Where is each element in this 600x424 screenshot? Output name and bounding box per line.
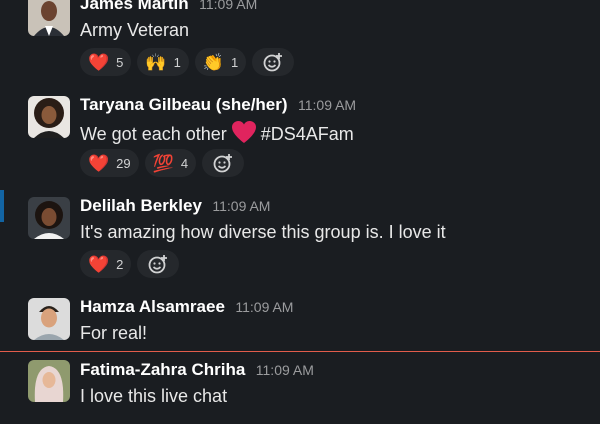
reaction-count: 29 bbox=[116, 155, 131, 171]
reaction-heart[interactable]: ❤️ 29 bbox=[80, 149, 139, 177]
timestamp[interactable]: 11:09 AM bbox=[212, 198, 270, 214]
reaction-count: 4 bbox=[180, 155, 189, 171]
avatar[interactable] bbox=[28, 96, 70, 138]
message-text: Army Veteran bbox=[80, 20, 190, 40]
reaction-heart[interactable]: ❤️ 2 bbox=[80, 250, 132, 278]
heart-icon: ❤️ bbox=[88, 52, 110, 72]
reaction-count: 1 bbox=[173, 54, 181, 70]
heart-icon: ❤️ bbox=[88, 254, 110, 274]
timestamp[interactable]: 11:09 AM bbox=[298, 97, 356, 113]
reaction-raised-hands[interactable]: 🙌 1 bbox=[137, 48, 189, 76]
add-reaction-button[interactable] bbox=[252, 48, 295, 76]
reaction-count: 1 bbox=[230, 54, 239, 70]
reaction-bar: ❤️ 5 🙌 1 👏 1 bbox=[80, 48, 295, 76]
message-text: For real! bbox=[80, 323, 148, 343]
reaction-clap[interactable]: 👏 1 bbox=[194, 48, 247, 76]
sender-name[interactable]: Taryana Gilbeau (she/her) bbox=[80, 95, 288, 114]
heart-icon: ❤️ bbox=[88, 153, 110, 173]
add-emoji-icon bbox=[149, 255, 168, 274]
heart-icon bbox=[231, 120, 257, 149]
avatar[interactable] bbox=[28, 0, 70, 36]
message-text: I love this live chat bbox=[80, 386, 228, 406]
reaction-count: 2 bbox=[116, 256, 124, 272]
hundred-points-icon: 💯 bbox=[152, 153, 174, 173]
reaction-heart[interactable]: ❤️ 5 bbox=[80, 48, 132, 76]
reaction-bar: ❤️ 2 bbox=[80, 250, 180, 278]
message-text-part: We got each other bbox=[80, 124, 227, 144]
reaction-hundred[interactable]: 💯 4 bbox=[144, 149, 197, 177]
avatar[interactable] bbox=[28, 298, 70, 340]
add-emoji-icon bbox=[213, 154, 233, 173]
add-reaction-button[interactable] bbox=[137, 250, 180, 278]
sender-name[interactable]: Hamza Alsamraee bbox=[80, 297, 225, 316]
avatar[interactable] bbox=[28, 197, 70, 239]
reaction-bar: ❤️ 29 💯 4 bbox=[80, 149, 245, 177]
timestamp[interactable]: 11:09 AM bbox=[199, 0, 257, 12]
reaction-count: 5 bbox=[116, 54, 124, 70]
timestamp[interactable]: 11:09 AM bbox=[256, 362, 314, 378]
sender-name[interactable]: Fatima-Zahra Chriha bbox=[80, 360, 245, 379]
hashtag: #DS4AFam bbox=[260, 124, 354, 144]
add-emoji-icon bbox=[263, 53, 283, 72]
new-messages-divider bbox=[0, 351, 600, 352]
raised-hands-icon: 🙌 bbox=[145, 52, 167, 72]
timestamp[interactable]: 11:09 AM bbox=[235, 299, 293, 315]
sender-name[interactable]: Delilah Berkley bbox=[80, 196, 202, 215]
message-text: We got each other #DS4AFam bbox=[80, 120, 354, 149]
add-reaction-button[interactable] bbox=[202, 149, 245, 177]
message-text: It's amazing how diverse this group is. … bbox=[80, 222, 446, 242]
clapping-hands-icon: 👏 bbox=[202, 52, 224, 72]
avatar[interactable] bbox=[28, 360, 70, 402]
active-thread-indicator bbox=[0, 190, 4, 222]
sender-name[interactable]: James Martin bbox=[80, 0, 189, 13]
